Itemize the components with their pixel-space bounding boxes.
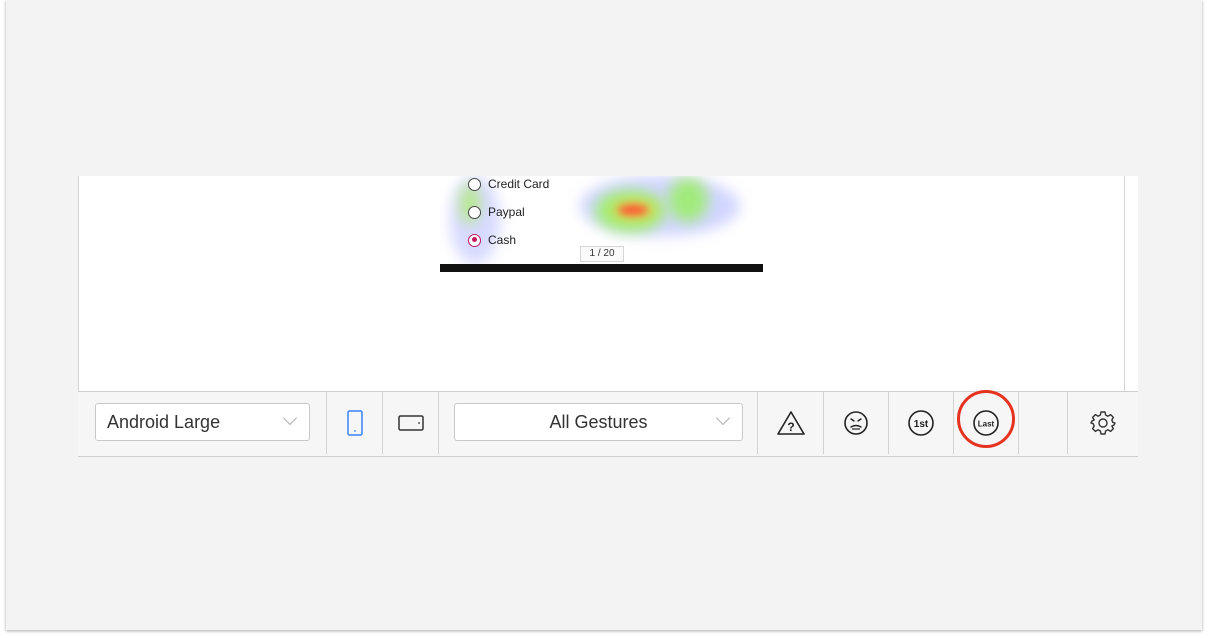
option-cash: Cash <box>468 233 516 247</box>
gear-icon <box>1090 411 1116 435</box>
warning-filter-button[interactable]: ? <box>758 392 824 454</box>
heatmap-blob <box>668 178 708 222</box>
phone-landscape-icon <box>397 415 424 431</box>
warning-question-icon: ? <box>776 411 805 435</box>
radio-icon <box>468 177 481 191</box>
panel-divider-right <box>1124 176 1125 391</box>
radio-icon <box>468 205 481 219</box>
device-select-cell: Android Large <box>78 392 327 454</box>
first-interaction-button[interactable]: 1st <box>889 392 954 454</box>
svg-text:?: ? <box>787 420 794 434</box>
empty-toolbar-slot <box>1019 392 1068 454</box>
device-bottom-bar <box>440 264 763 272</box>
heatmap-blob <box>618 205 648 215</box>
frustration-filter-button[interactable] <box>824 392 889 454</box>
option-label: Cash <box>488 233 517 247</box>
panel-divider-left <box>78 176 79 391</box>
gesture-select-cell: All Gestures <box>439 392 758 454</box>
option-label: Paypal <box>488 205 525 219</box>
first-interaction-label: 1st <box>914 419 929 430</box>
settings-button[interactable] <box>1068 392 1138 454</box>
option-paypal: Paypal <box>468 205 525 219</box>
chevron-down-icon <box>715 410 731 426</box>
highlight-circle <box>957 390 1015 448</box>
first-interaction-icon: 1st <box>908 410 934 436</box>
page-indicator: 1 / 20 <box>580 246 624 262</box>
landscape-toggle[interactable] <box>383 392 439 454</box>
gesture-select-value: All Gestures <box>549 411 648 432</box>
radio-selected-icon <box>468 233 481 247</box>
phone-portrait-icon <box>346 410 363 436</box>
device-select-value: Android Large <box>107 411 221 432</box>
option-label: Credit Card <box>488 177 550 191</box>
frustrated-face-icon <box>844 411 868 435</box>
chevron-down-icon <box>282 410 298 426</box>
portrait-toggle[interactable] <box>327 392 383 454</box>
option-credit-card: Credit Card <box>468 177 549 191</box>
device-select[interactable]: Android Large <box>95 403 310 441</box>
gesture-select[interactable]: All Gestures <box>454 403 743 441</box>
